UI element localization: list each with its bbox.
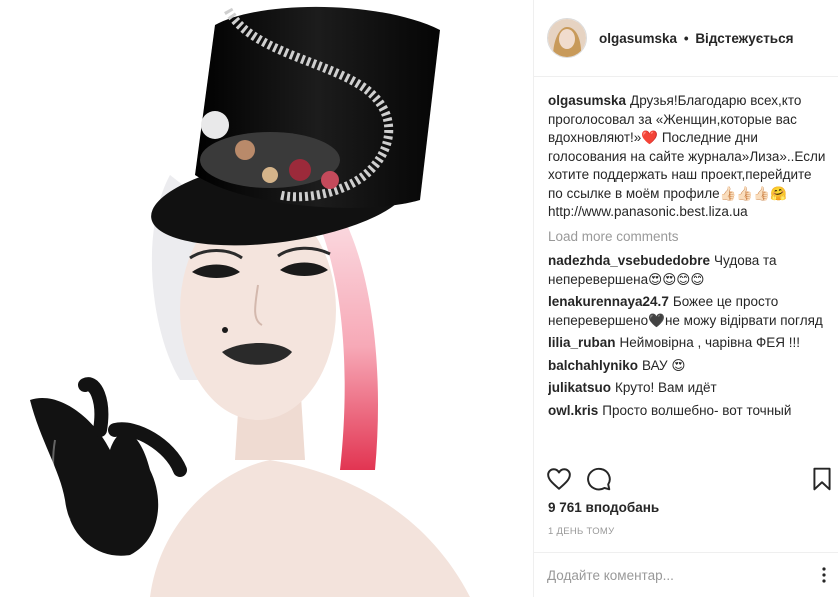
more-options-icon[interactable] xyxy=(819,565,829,585)
list-item: balchahlyniko ВАУ 😍 xyxy=(548,357,830,376)
comment-text: Неймовірна , чарівна ФЕЯ !!! xyxy=(619,335,800,350)
comment-username[interactable]: owl.kris xyxy=(548,403,598,418)
heart-icon[interactable] xyxy=(546,466,572,492)
comment-username[interactable]: lenakurennaya24.7 xyxy=(548,294,669,309)
load-more-comments-link[interactable]: Load more comments xyxy=(548,228,830,247)
caption: olgasumska Друзья!Благодарю всех,кто прог… xyxy=(548,92,830,222)
list-item: nadezhda_vsebudedobre Чудова та неперевер… xyxy=(548,252,830,289)
comment-text: Круто! Вам идёт xyxy=(615,380,717,395)
comments-list[interactable]: olgasumska Друзья!Благодарю всех,кто прог… xyxy=(548,92,830,458)
post-sidebar: olgasumska • Відстежується olgasumska Дру… xyxy=(533,0,838,597)
separator-dot: • xyxy=(683,30,689,46)
avatar-image xyxy=(548,19,586,57)
list-item: lilia_ruban Неймовірна , чарівна ФЕЯ !!! xyxy=(548,334,830,353)
action-bar xyxy=(534,462,838,496)
post-header: olgasumska • Відстежується xyxy=(534,0,838,77)
caption-username[interactable]: olgasumska xyxy=(548,93,626,108)
comment-username[interactable]: julikatsuo xyxy=(548,380,611,395)
post-timestamp[interactable]: 1 ДЕНЬ ТОМУ xyxy=(548,526,614,537)
author-username[interactable]: olgasumska xyxy=(599,31,677,46)
add-comment-section xyxy=(534,552,838,597)
avatar[interactable] xyxy=(547,18,587,58)
comment-username[interactable]: balchahlyniko xyxy=(548,358,638,373)
comment-input[interactable] xyxy=(547,565,797,585)
speech-bubble-icon[interactable] xyxy=(586,466,612,492)
list-item: julikatsuo Круто! Вам идёт xyxy=(548,379,830,398)
bookmark-icon[interactable] xyxy=(809,466,835,492)
portrait-image xyxy=(0,0,533,597)
follow-status-button[interactable]: Відстежується xyxy=(695,31,793,46)
list-item: owl.kris Просто волшебно- вот точный xyxy=(548,402,830,421)
comment-text: ВАУ 😍 xyxy=(642,357,686,373)
comment-username[interactable]: nadezhda_vsebudedobre xyxy=(548,253,710,268)
comment-username[interactable]: lilia_ruban xyxy=(548,335,616,350)
header-text: olgasumska • Відстежується xyxy=(599,31,793,46)
post-photo[interactable] xyxy=(0,0,533,597)
likes-count[interactable]: 9 761 вподобань xyxy=(548,500,659,515)
comment-text: Просто волшебно- вот точный xyxy=(602,402,792,418)
caption-text: Друзья!Благодарю всех,кто проголосовал з… xyxy=(548,93,826,219)
list-item: lenakurennaya24.7 Божее це просто неперев… xyxy=(548,293,830,330)
